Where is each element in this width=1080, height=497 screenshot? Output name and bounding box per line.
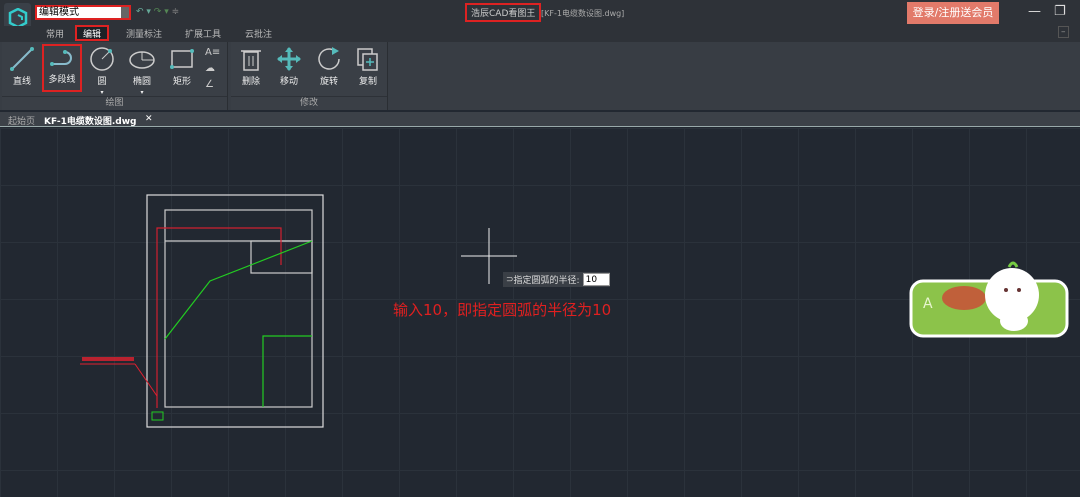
restore-button[interactable]: ❐ — [1054, 4, 1066, 19]
line-label: 直线 — [12, 77, 31, 87]
svg-text:A: A — [923, 296, 933, 312]
green-marker — [151, 411, 164, 421]
line-tool[interactable]: 直线 — [2, 46, 42, 87]
redo-icon[interactable]: ↷ ▾ — [154, 7, 169, 17]
radius-input[interactable] — [582, 273, 610, 286]
draw-group: 直线 多段线 圆 ▾ 椭圆 ▾ 矩形 A≡ ☁ ∠ 绘图 — [2, 42, 228, 110]
tab-measure[interactable]: 测量标注 — [126, 27, 162, 40]
prompt-label: 指定圆弧的半径: — [513, 276, 580, 286]
copy-label: 复制 — [358, 77, 377, 87]
trash-icon — [241, 50, 261, 71]
instruction-annotation: 输入10，即指定圆弧的半径为10 — [393, 301, 612, 319]
green-polyline — [164, 240, 313, 340]
mode-select[interactable]: 编辑模式 — [35, 5, 131, 20]
draw-group-label: 绘图 — [2, 96, 227, 109]
tab-extensions[interactable]: 扩展工具 — [185, 27, 221, 40]
tab-cloud-annotate[interactable]: 云批注 — [245, 27, 272, 40]
circle-label: 圆 — [97, 77, 107, 87]
command-prompt: ⊃ 指定圆弧的半径: — [503, 272, 610, 287]
line-icon — [10, 47, 34, 71]
mode-label: 编辑模式 — [39, 7, 79, 18]
text-icon[interactable]: A≡ — [205, 45, 220, 61]
ellipse-label: 椭圆 — [132, 77, 151, 87]
cloud-icon[interactable]: ☁ — [205, 61, 220, 77]
polyline-tool[interactable]: 多段线 — [42, 44, 82, 92]
modify-group-label: 修改 — [231, 96, 387, 109]
delete-label: 删除 — [241, 77, 260, 87]
app-title: 浩辰CAD看图王 — [465, 3, 542, 22]
file-title: [KF-1电缆数设图.dwg] — [541, 9, 625, 18]
close-tab-icon[interactable]: ✕ — [145, 114, 153, 124]
customize-icon[interactable]: ≑ — [172, 7, 180, 17]
tab-edit[interactable]: 编辑 — [75, 25, 110, 41]
leader-text-mark — [82, 357, 134, 361]
quick-access-toolbar: ↶ ▾ ↷ ▾ ≑ — [136, 7, 179, 17]
move-tool[interactable]: 移动 — [269, 46, 309, 87]
polyline-icon — [50, 50, 72, 66]
inner-frame — [164, 209, 313, 408]
green-corner — [262, 335, 312, 407]
mascot-icon: A — [909, 261, 1069, 338]
delete-tool[interactable]: 删除 — [231, 46, 271, 87]
mascot-widget[interactable]: A — [909, 253, 1069, 338]
rectangle-label: 矩形 — [172, 77, 191, 87]
rotate-label: 旋转 — [319, 77, 338, 87]
tab-file[interactable]: KF-1电缆数设图.dwg — [44, 114, 136, 127]
rectangle-tool[interactable]: 矩形 — [162, 46, 202, 87]
move-icon — [277, 47, 301, 71]
tab-home[interactable]: 起始页 — [8, 114, 35, 127]
title-bar: 编辑模式 ↶ ▾ ↷ ▾ ≑ 浩辰CAD看图王 [KF-1电缆数设图.dwg] … — [0, 0, 1080, 33]
rectangle-icon — [170, 49, 194, 69]
tab-common[interactable]: 常用 — [46, 27, 64, 40]
circle-icon — [90, 47, 114, 71]
modify-group: 删除 移动 旋转 复制 修改 — [231, 42, 388, 110]
login-button[interactable]: 登录/注册送会员 — [907, 2, 999, 24]
minimize-button[interactable]: — — [1028, 4, 1041, 19]
arc-icon: ⊃ — [506, 274, 514, 285]
ribbon: 直线 多段线 圆 ▾ 椭圆 ▾ 矩形 A≡ ☁ ∠ 绘图 删除 移动 旋转 复制 修改 — [0, 42, 1080, 110]
menu-tabs: 常用 编辑 测量标注 扩展工具 云批注 – — [0, 25, 1080, 42]
copy-icon — [357, 48, 378, 71]
sketch-icon[interactable]: ∠ — [205, 77, 220, 93]
copy-tool[interactable]: 复制 — [348, 46, 388, 87]
rotate-tool[interactable]: 旋转 — [309, 46, 349, 87]
outer-frame — [146, 194, 324, 428]
ellipse-tool[interactable]: 椭圆 ▾ — [122, 46, 162, 96]
move-label: 移动 — [279, 77, 298, 87]
small-tools: A≡ ☁ ∠ — [205, 45, 220, 93]
rotate-icon — [318, 47, 340, 70]
circle-tool[interactable]: 圆 ▾ — [82, 46, 122, 96]
mode-dropdown-icon[interactable] — [121, 7, 129, 18]
ribbon-minimize-button[interactable]: – — [1058, 26, 1069, 38]
leader-arrow — [134, 363, 158, 397]
undo-icon[interactable]: ↶ ▾ — [136, 7, 151, 17]
ellipse-icon — [129, 51, 155, 69]
polyline-label: 多段线 — [48, 75, 76, 85]
document-tabs: 起始页 KF-1电缆数设图.dwg ✕ — [0, 112, 1080, 127]
